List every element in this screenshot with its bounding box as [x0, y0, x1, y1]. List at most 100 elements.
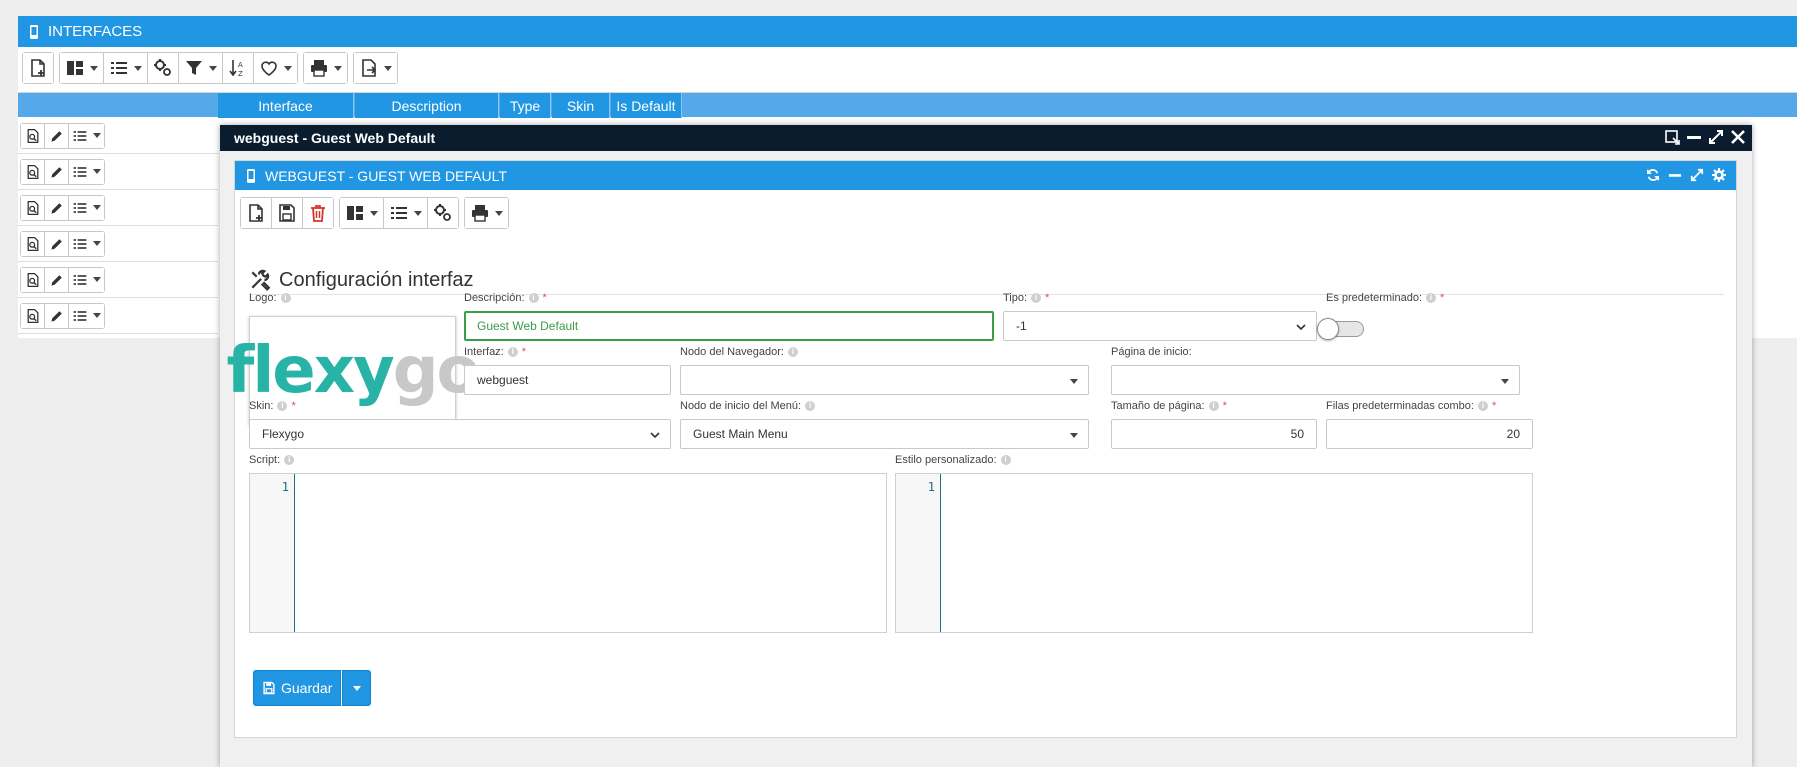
- close-icon[interactable]: [1730, 129, 1746, 145]
- layout-button[interactable]: [60, 53, 104, 83]
- row-menu-button[interactable]: [69, 303, 104, 328]
- row-view-button[interactable]: [21, 159, 45, 184]
- view-icon: [25, 272, 41, 288]
- maximize-icon[interactable]: [1690, 168, 1704, 182]
- panel-title: INTERFACES: [48, 23, 143, 40]
- line-number: 1: [250, 474, 295, 632]
- maximize-icon[interactable]: [1708, 129, 1724, 145]
- column-description[interactable]: Description: [355, 93, 499, 118]
- row-menu-button[interactable]: [69, 231, 104, 256]
- layout-button[interactable]: [340, 198, 384, 228]
- row-menu-button[interactable]: [69, 267, 104, 292]
- info-icon[interactable]: i: [1000, 455, 1011, 465]
- filas-combo-input[interactable]: 20: [1326, 419, 1533, 449]
- chevron-down-icon: [284, 65, 292, 71]
- filter-icon: [184, 58, 204, 78]
- row-view-button[interactable]: [21, 123, 45, 148]
- gear-icon[interactable]: [1712, 168, 1726, 182]
- save-icon: [277, 203, 297, 223]
- chevron-down-icon: [93, 241, 101, 246]
- list-icon: [72, 236, 88, 252]
- es-predeterminado-toggle[interactable]: [1317, 318, 1364, 340]
- export-button[interactable]: [354, 53, 397, 83]
- info-icon[interactable]: i: [805, 401, 816, 411]
- chevron-down-icon: [384, 65, 392, 71]
- module-title: WEBGUEST - GUEST WEB DEFAULT: [265, 167, 507, 184]
- row-edit-button[interactable]: [45, 123, 69, 148]
- row-edit-button[interactable]: [45, 159, 69, 184]
- list-button[interactable]: [384, 198, 428, 228]
- interfaz-input[interactable]: webguest: [464, 365, 671, 395]
- row-view-button[interactable]: [21, 231, 45, 256]
- skin-select[interactable]: Flexygo: [249, 419, 671, 449]
- info-icon[interactable]: i: [1208, 401, 1219, 411]
- row-view-button[interactable]: [21, 195, 45, 220]
- tamano-pagina-input[interactable]: 50: [1111, 419, 1317, 449]
- info-icon[interactable]: i: [284, 455, 295, 465]
- line-number: 1: [896, 474, 941, 632]
- mobile-icon: [28, 24, 40, 40]
- logo-label: Logo: i: [249, 292, 291, 304]
- row-menu-button[interactable]: [69, 159, 104, 184]
- list-toolbar: [22, 52, 398, 84]
- settings-button[interactable]: [148, 53, 179, 83]
- chevron-down-icon: [414, 210, 422, 216]
- new-button[interactable]: [241, 198, 272, 228]
- info-icon[interactable]: i: [1477, 401, 1488, 411]
- print-button[interactable]: [304, 53, 347, 83]
- save-options-dropdown[interactable]: [342, 670, 372, 706]
- info-icon[interactable]: i: [507, 347, 518, 357]
- info-icon[interactable]: i: [1426, 293, 1436, 303]
- row-view-button[interactable]: [21, 267, 45, 292]
- new-button[interactable]: [23, 53, 53, 83]
- nodo-navegador-select[interactable]: [680, 365, 1089, 395]
- layout-icon: [65, 58, 85, 78]
- column-type[interactable]: Type: [500, 93, 551, 118]
- filter-button[interactable]: [179, 53, 223, 83]
- row-edit-button[interactable]: [45, 231, 69, 256]
- section-title: Configuración interfaz: [279, 268, 474, 291]
- row-menu-button[interactable]: [69, 123, 104, 148]
- print-button[interactable]: [465, 198, 508, 228]
- trash-icon: [308, 203, 328, 223]
- script-editor[interactable]: 1: [249, 473, 887, 633]
- tamano-pagina-label: Tamaño de página: i *: [1111, 400, 1227, 412]
- info-icon[interactable]: i: [1031, 293, 1042, 303]
- nodo-menu-select[interactable]: Guest Main Menu: [680, 419, 1089, 449]
- settings-button[interactable]: [428, 198, 458, 228]
- descripcion-input[interactable]: Guest Web Default: [464, 311, 994, 341]
- info-icon[interactable]: i: [277, 401, 288, 411]
- view-icon: [25, 164, 41, 180]
- sort-button[interactable]: [223, 53, 254, 83]
- estilo-editor[interactable]: 1: [895, 473, 1533, 633]
- row-view-button[interactable]: [21, 303, 45, 328]
- estilo-label: Estilo personalizado: i: [895, 454, 1011, 466]
- interfaces-header: INTERFACES: [18, 16, 1797, 47]
- info-icon[interactable]: i: [280, 293, 291, 303]
- row-edit-button[interactable]: [45, 195, 69, 220]
- list-button[interactable]: [104, 53, 148, 83]
- info-icon[interactable]: i: [787, 347, 798, 357]
- row-edit-button[interactable]: [45, 303, 69, 328]
- chevron-down-icon: [352, 685, 361, 691]
- minimize-icon[interactable]: [1686, 129, 1702, 145]
- modal-titlebar[interactable]: webguest - Guest Web Default: [220, 125, 1752, 151]
- table-row: [18, 262, 218, 298]
- favorites-button[interactable]: [254, 53, 297, 83]
- row-edit-button[interactable]: [45, 267, 69, 292]
- pagina-inicio-select[interactable]: [1111, 365, 1520, 395]
- info-icon[interactable]: i: [528, 293, 539, 303]
- minimize-icon[interactable]: [1668, 168, 1682, 182]
- tipo-select[interactable]: -1: [1003, 311, 1317, 341]
- new-document-icon: [28, 58, 48, 78]
- refresh-icon[interactable]: [1646, 168, 1660, 182]
- column-interface[interactable]: Interface: [218, 93, 354, 118]
- row-menu-button[interactable]: [69, 195, 104, 220]
- detach-icon[interactable]: [1664, 129, 1680, 145]
- save-button[interactable]: [272, 198, 303, 228]
- column-skin[interactable]: Skin: [552, 93, 610, 118]
- delete-button[interactable]: [303, 198, 333, 228]
- tools-icon: [249, 269, 271, 291]
- column-is-default[interactable]: Is Default: [611, 93, 682, 118]
- guardar-button[interactable]: Guardar: [253, 670, 342, 706]
